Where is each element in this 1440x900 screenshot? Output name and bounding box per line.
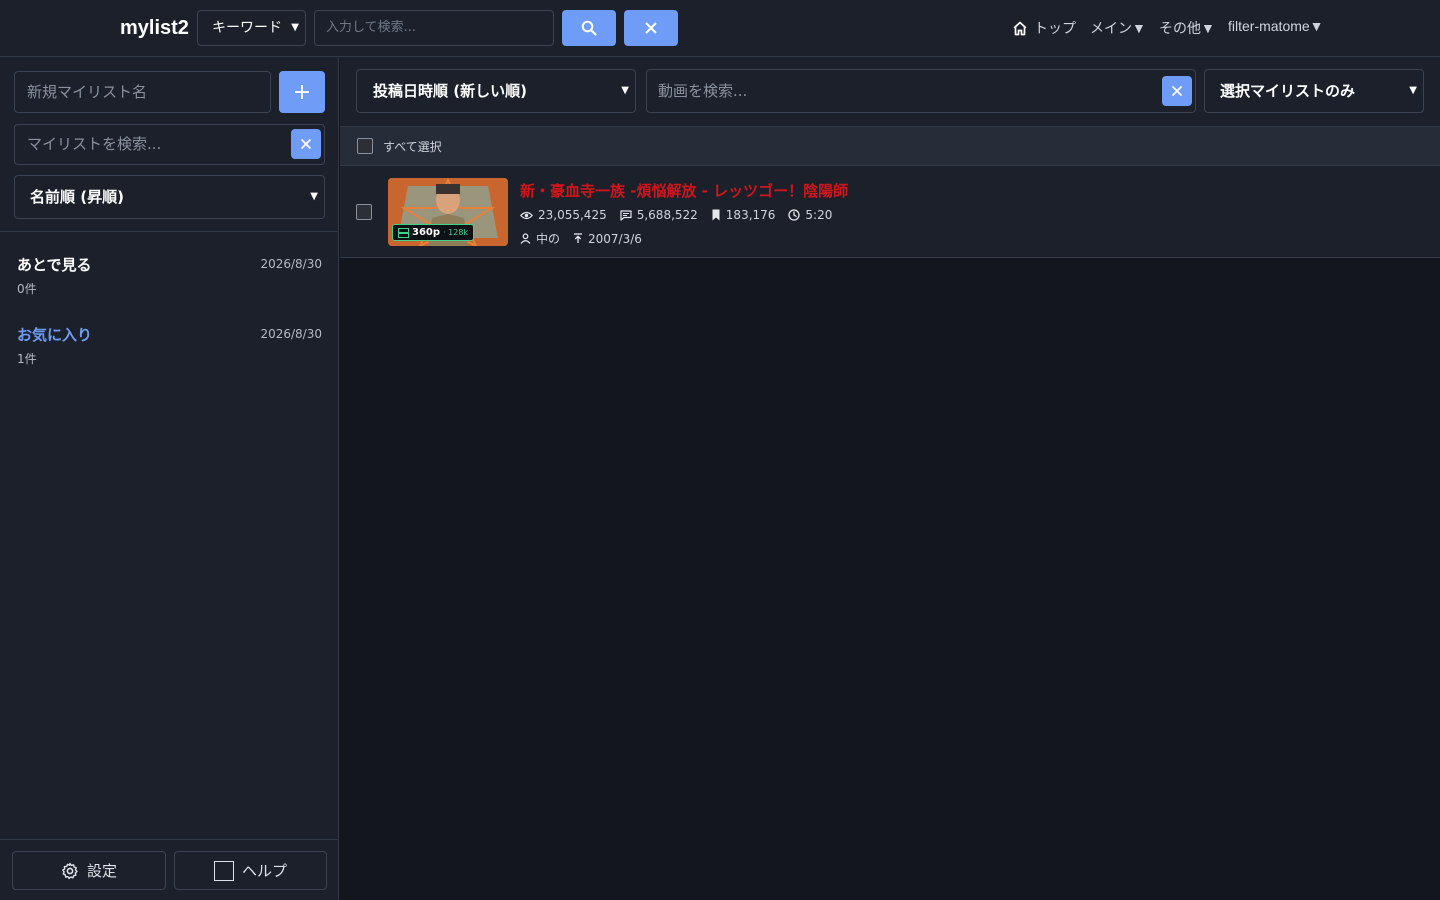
duration-value: 5:20: [805, 208, 833, 222]
upload-date: 2007/3/6: [588, 231, 642, 246]
select-all-bar: すべて選択: [340, 126, 1440, 166]
nav-filter-menu[interactable]: filter-matome▼: [1228, 18, 1324, 34]
video-thumbnail[interactable]: 360p · 128k: [388, 178, 508, 246]
video-search-input[interactable]: 動画を検索...: [646, 69, 1196, 113]
duration-stat: 5:20: [788, 208, 832, 222]
scope-value: 選択マイリストのみ: [1220, 82, 1356, 100]
close-icon: [645, 22, 657, 34]
video-stats: 23,055,425 5,688,522 183,176 5:20: [520, 208, 832, 222]
comments-stat: 5,688,522: [620, 208, 698, 222]
clock-icon: [788, 209, 801, 221]
nav-main-menu[interactable]: メイン▼: [1090, 18, 1146, 38]
settings-button[interactable]: 設定: [12, 851, 166, 890]
video-checkbox[interactable]: [356, 204, 372, 220]
close-icon: [1171, 85, 1183, 97]
sidebar-divider: [0, 231, 339, 232]
comments-count: 5,688,522: [636, 208, 698, 222]
settings-label: 設定: [86, 862, 117, 880]
video-sort-value: 投稿日時順 (新しい順): [373, 82, 527, 100]
video-search-clear-button[interactable]: [1162, 76, 1192, 106]
quality-label: 360p: [412, 227, 441, 238]
views-count: 23,055,425: [538, 208, 607, 222]
video-row[interactable]: 360p · 128k 新・豪血寺一族 -煩悩解放 - レッツゴー！陰陽師 23…: [340, 166, 1440, 258]
search-type-value: キーワード: [212, 20, 282, 36]
brand-logo[interactable]: mylist2: [120, 17, 189, 40]
mylist-count: 1件: [17, 352, 37, 366]
scope-select[interactable]: 選択マイリストのみ ▼: [1204, 69, 1424, 113]
quality-badge: 360p · 128k: [392, 224, 475, 241]
server-icon: [398, 227, 409, 238]
select-all-checkbox[interactable]: [357, 138, 373, 154]
bitrate-label: · 128k: [443, 228, 469, 237]
nav-top-link[interactable]: トップ: [1012, 18, 1076, 38]
header-clear-button[interactable]: [624, 10, 678, 46]
upload-date-meta: 2007/3/6: [573, 230, 642, 247]
help-icon: [213, 860, 234, 881]
views-stat: 23,055,425: [520, 208, 607, 222]
mylist-search-input[interactable]: マイリストを検索...: [14, 124, 325, 165]
uploader-meta: 中の: [520, 230, 560, 247]
select-all-label[interactable]: すべて選択: [383, 138, 442, 155]
video-toolbar: 投稿日時順 (新しい順) ▼ 動画を検索... 選択マイリストのみ ▼: [340, 57, 1440, 126]
mylist-count: 0件: [17, 282, 37, 296]
header-search-input[interactable]: 入力して検索...: [314, 10, 554, 46]
mylist-search-clear-button[interactable]: [291, 129, 321, 159]
mylists-stat: 183,176: [711, 208, 776, 222]
uploader-name[interactable]: 中の: [536, 230, 560, 247]
help-label: ヘルプ: [241, 862, 287, 880]
mylist-sort-value: 名前順 (昇順): [30, 188, 124, 206]
mylist-item[interactable]: あとで見る 2026/8/30 0件: [0, 254, 339, 314]
chevron-down-icon: ▼: [1409, 85, 1417, 96]
bookmark-icon: [712, 209, 720, 221]
upload-icon: [574, 233, 583, 243]
add-mylist-button[interactable]: +: [279, 71, 325, 113]
nav-top-label: トップ: [1034, 20, 1076, 36]
chevron-down-icon: ▼: [310, 191, 318, 202]
mylist-name: あとで見る: [17, 256, 92, 274]
new-mylist-input[interactable]: 新規マイリスト名: [14, 71, 271, 113]
mylist-name: お気に入り: [17, 326, 93, 344]
close-icon: [300, 138, 312, 150]
comment-icon: [620, 209, 632, 221]
chevron-down-icon: ▼: [291, 22, 299, 33]
mylist-date: 2026/8/30: [260, 257, 322, 271]
search-type-select[interactable]: キーワード ▼: [197, 10, 306, 46]
help-button[interactable]: ヘルプ: [174, 851, 327, 890]
video-sort-select[interactable]: 投稿日時順 (新しい順) ▼: [356, 69, 636, 113]
gear-icon: [62, 862, 78, 879]
mylist-date: 2026/8/30: [260, 327, 322, 341]
mylist-sort-select[interactable]: 名前順 (昇順) ▼: [14, 175, 325, 219]
search-icon: [581, 20, 597, 36]
header-search-button[interactable]: [562, 10, 616, 46]
mylists-count: 183,176: [725, 208, 776, 222]
home-icon: [1013, 21, 1027, 35]
video-meta: 中の 2007/3/6: [520, 230, 642, 247]
sidebar: 新規マイリスト名 + マイリストを検索... 名前順 (昇順) ▼ あとで見る …: [0, 57, 339, 900]
top-header: mylist2 キーワード ▼ 入力して検索... トップ メイン▼ その他▼ …: [0, 0, 1440, 57]
mylist-item-selected[interactable]: お気に入り 2026/8/30 1件: [0, 324, 339, 384]
user-icon: [520, 233, 531, 244]
nav-other-menu[interactable]: その他▼: [1159, 18, 1215, 38]
sidebar-footer: 設定 ヘルプ: [0, 839, 339, 900]
chevron-down-icon: ▼: [621, 85, 629, 96]
video-title[interactable]: 新・豪血寺一族 -煩悩解放 - レッツゴー！陰陽師: [520, 180, 848, 201]
eye-icon: [520, 211, 533, 219]
